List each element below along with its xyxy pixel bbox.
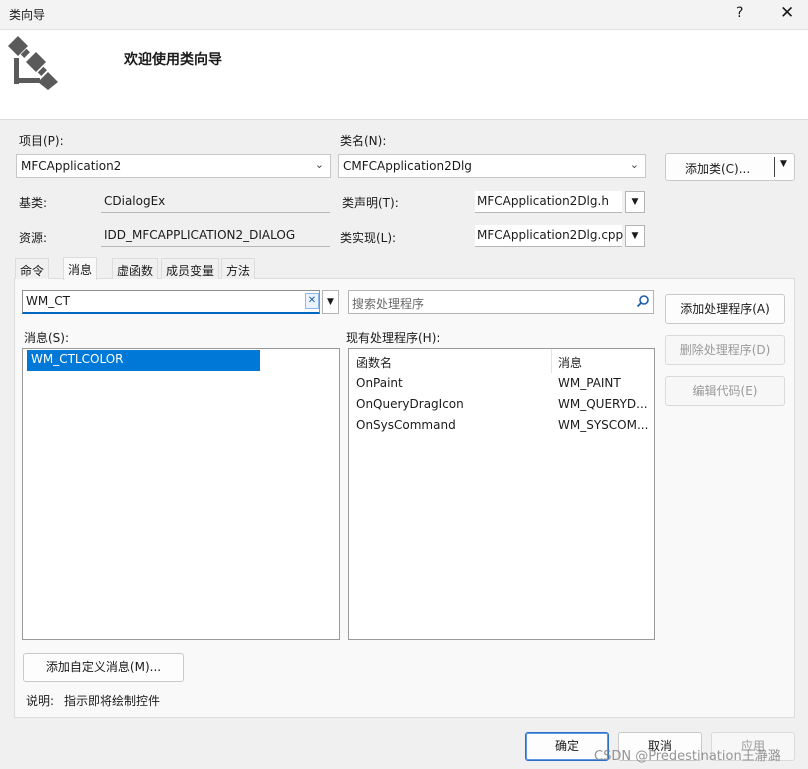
tab-messages-label: 消息 (68, 263, 93, 277)
class-decl-value: MFCApplication2Dlg.h (477, 194, 609, 208)
caret-down-icon[interactable]: ▼ (780, 159, 787, 169)
add-class-button[interactable]: 添加类(C)... ▼ (665, 153, 795, 181)
tab-methods[interactable]: 方法 (221, 258, 256, 279)
class-decl-dropdown-button[interactable]: ▼ (625, 191, 645, 213)
tab-virtual-functions[interactable]: 虚函数 (112, 258, 159, 279)
table-row[interactable]: OnPaint WM_PAINT (349, 374, 654, 395)
tab-virtual-functions-label: 虚函数 (117, 264, 154, 278)
split-divider (774, 157, 775, 177)
row-function-name: OnPaint (356, 376, 403, 390)
handler-search-input[interactable]: 搜索处理程序 (348, 290, 654, 314)
base-class-field: CDialogEx (101, 191, 330, 213)
tab-member-variables-label: 成员变量 (166, 264, 215, 278)
help-button[interactable]: ? (736, 5, 743, 21)
class-impl-dropdown-button[interactable]: ▼ (625, 225, 645, 247)
wizard-header: 欢迎使用类向导 (0, 30, 808, 120)
chevron-down-icon: ⌄ (314, 158, 324, 171)
watermark-text: CSDN @Predestination王瀞潞 (594, 749, 781, 764)
table-row[interactable]: OnQueryDragIcon WM_QUERYD... (349, 395, 654, 416)
messages-list[interactable]: WM_CTLCOLOR (22, 348, 340, 640)
class-name-combo[interactable]: CMFCApplication2Dlg ⌄ (338, 154, 646, 178)
class-decl-field[interactable]: MFCApplication2Dlg.h (475, 191, 622, 213)
filter-dropdown-button[interactable]: ▼ (322, 290, 339, 314)
handlers-label: 现有处理程序(H): (346, 331, 441, 345)
add-handler-button[interactable]: 添加处理程序(A) (665, 294, 785, 324)
resource-value: IDD_MFCAPPLICATION2_DIALOG (104, 228, 296, 242)
column-header-message[interactable]: 消息 (558, 354, 582, 371)
title-bar: 类向导 ? ✕ (0, 0, 808, 30)
tab-commands[interactable]: 命令 (15, 258, 50, 279)
tab-commands-label: 命令 (20, 264, 45, 278)
search-icon (636, 295, 649, 308)
row-function-name: OnQueryDragIcon (356, 397, 464, 411)
tab-member-variables[interactable]: 成员变量 (161, 258, 220, 279)
class-impl-value: MFCApplication2Dlg.cpp (477, 228, 624, 242)
row-message: WM_SYSCOM... (558, 418, 649, 432)
resource-field: IDD_MFCAPPLICATION2_DIALOG (101, 225, 330, 247)
handlers-list[interactable]: 函数名 消息 OnPaint WM_PAINT OnQueryDragIcon … (348, 348, 655, 640)
edit-code-button[interactable]: 编辑代码(E) (665, 376, 785, 406)
row-message: WM_QUERYD... (558, 397, 648, 411)
class-wizard-logo-icon (8, 36, 58, 90)
chevron-down-icon: ⌄ (629, 158, 639, 171)
project-combo[interactable]: MFCApplication2 ⌄ (16, 154, 331, 178)
tab-messages[interactable]: 消息 (63, 257, 98, 280)
class-name-label: 类名(N): (340, 134, 387, 148)
class-name-value: CMFCApplication2Dlg (343, 159, 472, 173)
base-class-label: 基类: (19, 196, 48, 210)
window-title: 类向导 (9, 8, 46, 22)
column-divider[interactable] (551, 349, 552, 373)
table-row[interactable]: OnSysCommand WM_SYSCOM... (349, 416, 654, 437)
delete-handler-button[interactable]: 删除处理程序(D) (665, 335, 785, 365)
resource-label: 资源: (19, 231, 48, 245)
message-filter-input[interactable]: WM_CT ✕ (22, 290, 320, 314)
column-header-function-name[interactable]: 函数名 (356, 354, 392, 371)
class-impl-label: 类实现(L): (340, 231, 397, 245)
project-label: 项目(P): (19, 134, 64, 148)
welcome-heading: 欢迎使用类向导 (124, 52, 222, 68)
base-class-value: CDialogEx (104, 194, 166, 208)
description-label: 说明: (26, 694, 55, 708)
tab-methods-label: 方法 (226, 264, 251, 278)
class-decl-label: 类声明(T): (342, 196, 399, 210)
list-item-label: WM_CTLCOLOR (31, 352, 124, 366)
messages-label: 消息(S): (24, 331, 70, 345)
row-function-name: OnSysCommand (356, 418, 456, 432)
search-placeholder: 搜索处理程序 (352, 297, 425, 311)
close-button[interactable]: ✕ (780, 3, 794, 23)
add-class-label: 添加类(C)... (685, 162, 751, 176)
clear-icon[interactable]: ✕ (305, 293, 319, 309)
filter-value: WM_CT (26, 294, 70, 308)
list-item[interactable]: WM_CTLCOLOR (27, 350, 260, 371)
description-text: 指示即将绘制控件 (64, 694, 161, 708)
class-impl-field[interactable]: MFCApplication2Dlg.cpp (475, 225, 624, 247)
project-value: MFCApplication2 (21, 159, 122, 173)
row-message: WM_PAINT (558, 376, 621, 390)
add-custom-message-button[interactable]: 添加自定义消息(M)... (23, 653, 184, 682)
